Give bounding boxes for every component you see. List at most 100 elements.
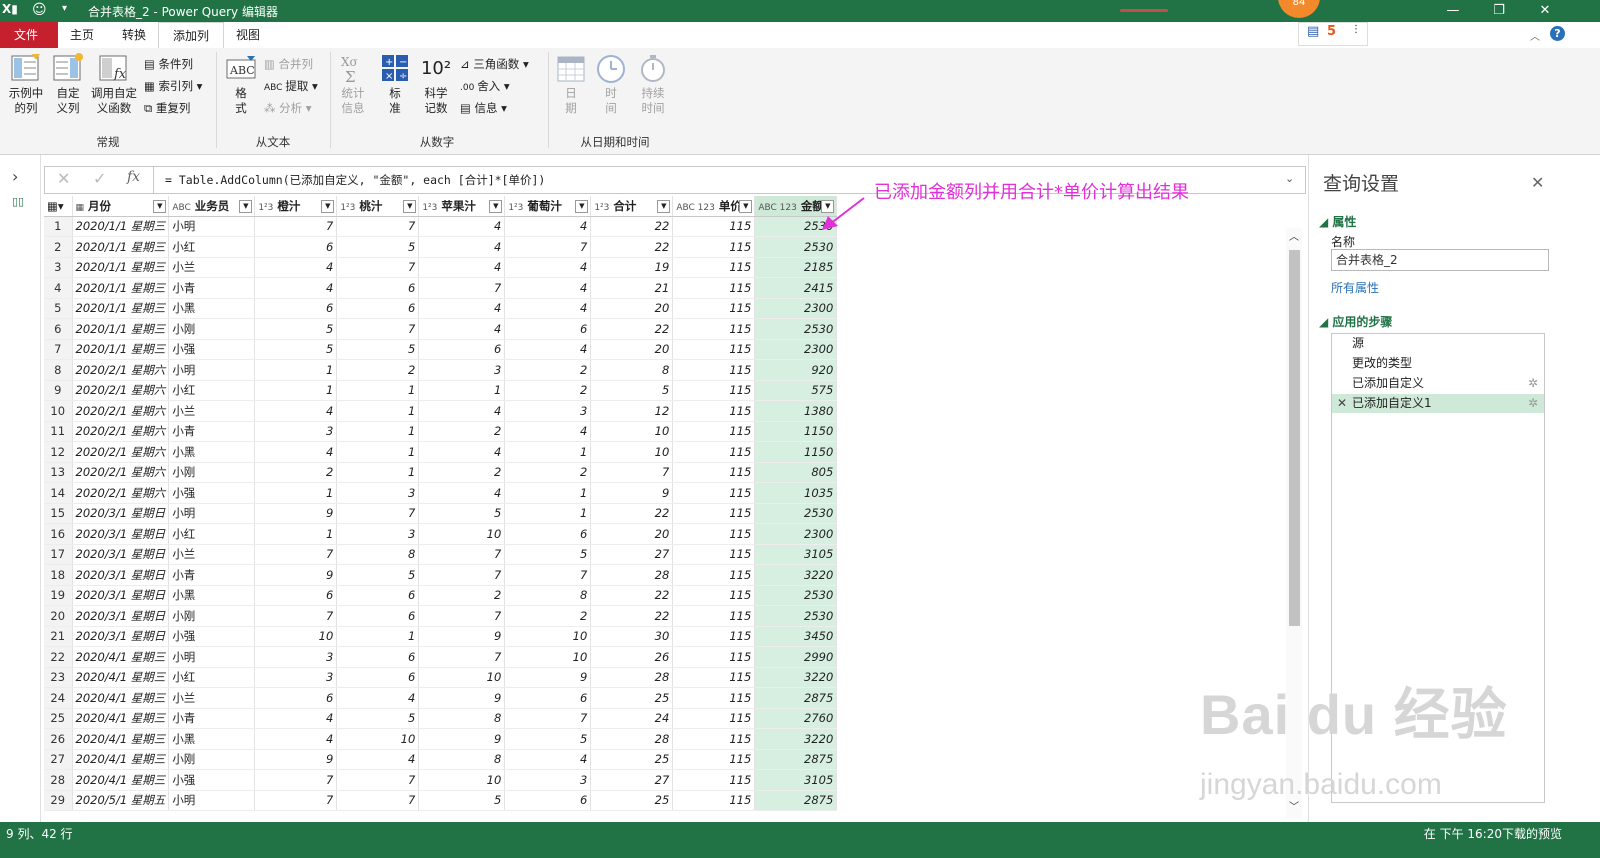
table-row[interactable]: 2 2020/1/1 星期三 小红 6 5 4 7 22 115 2530 xyxy=(44,236,838,258)
table-cell[interactable]: 2875 xyxy=(754,749,838,770)
table-cell[interactable]: 115 xyxy=(672,482,756,504)
table-cell[interactable]: 7 xyxy=(418,277,506,299)
table-cell[interactable]: 115 xyxy=(672,380,756,401)
table-cell[interactable]: 8 xyxy=(504,585,592,606)
close-pane-icon[interactable]: ✕ xyxy=(1531,173,1544,192)
table-cell[interactable]: 5 xyxy=(336,708,420,729)
table-cell[interactable]: 115 xyxy=(672,646,756,668)
row-number[interactable]: 16 xyxy=(44,523,73,545)
table-cell[interactable]: 4 xyxy=(418,318,506,340)
table-cell[interactable]: 7 xyxy=(418,544,506,565)
table-cell[interactable]: 7 xyxy=(336,790,420,811)
table-cell[interactable]: 115 xyxy=(672,421,756,442)
table-cell[interactable]: 7 xyxy=(336,216,420,237)
duration-button[interactable]: 持续 时间 xyxy=(634,52,672,116)
date-button[interactable]: 日 期 xyxy=(554,52,588,116)
table-row[interactable]: 9 2020/2/1 星期六 小红 1 1 1 2 5 115 575 xyxy=(44,380,838,401)
table-cell[interactable]: 6 xyxy=(504,790,592,811)
table-cell[interactable]: 4 xyxy=(418,257,506,278)
table-cell[interactable]: 2415 xyxy=(754,277,838,299)
row-number[interactable]: 13 xyxy=(44,462,73,483)
table-cell[interactable]: 2530 xyxy=(754,318,838,340)
table-cell[interactable]: 2 xyxy=(336,359,420,381)
scrollbar-thumb[interactable] xyxy=(1289,250,1300,626)
table-cell[interactable]: 7 xyxy=(336,769,420,791)
column-type-icon[interactable]: 1²3 xyxy=(258,203,273,213)
step-settings-gear-icon[interactable]: ✲ xyxy=(1528,394,1538,413)
table-cell[interactable]: 115 xyxy=(672,708,756,729)
table-row[interactable]: 5 2020/1/1 星期三 小黑 6 6 4 4 20 115 2300 xyxy=(44,298,838,319)
table-cell[interactable]: 5 xyxy=(418,503,506,524)
table-cell[interactable]: 4 xyxy=(254,277,338,299)
table-row[interactable]: 19 2020/3/1 星期日 小黑 6 6 2 8 22 115 2530 xyxy=(44,585,838,606)
table-cell[interactable]: 115 xyxy=(672,769,756,791)
table-cell[interactable]: 115 xyxy=(672,339,756,360)
table-cell[interactable]: 小强 xyxy=(168,339,256,360)
table-cell[interactable]: 2020/4/1 星期三 xyxy=(72,646,170,668)
table-cell[interactable]: 7 xyxy=(254,769,338,791)
table-cell[interactable]: 7 xyxy=(418,605,506,627)
floating-badge[interactable]: 84 xyxy=(1278,0,1320,18)
filter-dropdown-icon[interactable]: ▼ xyxy=(489,200,503,213)
table-cell[interactable]: 115 xyxy=(672,523,756,545)
table-cell[interactable]: 小黑 xyxy=(168,441,256,463)
table-cell[interactable]: 小青 xyxy=(168,277,256,299)
row-number[interactable]: 2 xyxy=(44,236,73,258)
table-cell[interactable]: 小强 xyxy=(168,626,256,647)
properties-section[interactable]: ◢ 属性 xyxy=(1319,213,1356,230)
filter-dropdown-icon[interactable]: ▼ xyxy=(403,200,417,213)
table-cell[interactable]: 1150 xyxy=(754,421,838,442)
table-cell[interactable]: 26 xyxy=(590,646,674,668)
column-type-icon[interactable]: ABC 123 xyxy=(758,203,797,213)
row-number[interactable]: 6 xyxy=(44,318,73,340)
table-row[interactable]: 6 2020/1/1 星期三 小刚 5 7 4 6 22 115 2530 xyxy=(44,318,838,340)
table-cell[interactable]: 9 xyxy=(254,503,338,524)
table-cell[interactable]: 10 xyxy=(590,441,674,463)
tab-add-column[interactable]: 添加列 xyxy=(158,22,225,49)
table-cell[interactable]: 小刚 xyxy=(168,605,256,627)
table-row[interactable]: 18 2020/3/1 星期日 小青 9 5 7 7 28 115 3220 xyxy=(44,564,838,586)
row-number[interactable]: 26 xyxy=(44,728,73,750)
row-number[interactable]: 3 xyxy=(44,257,73,278)
table-cell[interactable]: 2020/3/1 星期日 xyxy=(72,564,170,586)
table-cell[interactable]: 小黑 xyxy=(168,298,256,319)
table-row[interactable]: 15 2020/3/1 星期日 小明 9 7 5 1 22 115 2530 xyxy=(44,503,838,524)
row-number[interactable]: 15 xyxy=(44,503,73,524)
table-cell[interactable]: 1380 xyxy=(754,400,838,422)
table-cell[interactable]: 1 xyxy=(418,380,506,401)
table-cell[interactable]: 4 xyxy=(504,216,592,237)
format-button[interactable]: ABC 格 式 xyxy=(222,52,260,116)
table-cell[interactable]: 115 xyxy=(672,359,756,381)
table-cell[interactable]: 1150 xyxy=(754,441,838,463)
table-row[interactable]: 4 2020/1/1 星期三 小青 4 6 7 4 21 115 2415 xyxy=(44,277,838,299)
table-cell[interactable]: 2020/4/1 星期三 xyxy=(72,749,170,770)
table-cell[interactable]: 7 xyxy=(504,708,592,729)
table-cell[interactable]: 小红 xyxy=(168,380,256,401)
table-cell[interactable]: 1 xyxy=(254,523,338,545)
table-cell[interactable]: 9 xyxy=(504,667,592,688)
table-cell[interactable]: 19 xyxy=(590,257,674,278)
table-cell[interactable]: 7 xyxy=(254,790,338,811)
row-number[interactable]: 12 xyxy=(44,441,73,463)
table-row[interactable]: 3 2020/1/1 星期三 小兰 4 7 4 4 19 115 2185 xyxy=(44,257,838,278)
table-cell[interactable]: 2020/1/1 星期三 xyxy=(72,339,170,360)
scroll-up-icon[interactable]: ︿ xyxy=(1289,228,1299,243)
invoke-custom-function-button[interactable]: fx 调用自定 义函数 xyxy=(88,52,140,116)
table-cell[interactable]: 6 xyxy=(336,298,420,319)
filter-dropdown-icon[interactable]: ▼ xyxy=(239,200,253,213)
table-cell[interactable]: 115 xyxy=(672,400,756,422)
table-cell[interactable]: 2020/4/1 星期三 xyxy=(72,728,170,750)
filter-dropdown-icon[interactable]: ▼ xyxy=(321,200,335,213)
table-cell[interactable]: 7 xyxy=(254,605,338,627)
cancel-formula-icon[interactable]: ✕ xyxy=(57,169,70,188)
scientific-button[interactable]: 10² 科学 记数 xyxy=(416,52,456,116)
table-cell[interactable]: 1 xyxy=(336,380,420,401)
table-cell[interactable]: 4 xyxy=(418,216,506,237)
merge-columns-button[interactable]: ▥ 合并列 xyxy=(264,56,313,72)
table-cell[interactable]: 5 xyxy=(254,318,338,340)
row-number[interactable]: 11 xyxy=(44,421,73,442)
table-cell[interactable]: 5 xyxy=(418,790,506,811)
row-number[interactable]: 8 xyxy=(44,359,73,381)
table-cell[interactable]: 小明 xyxy=(168,503,256,524)
table-cell[interactable]: 3 xyxy=(336,523,420,545)
